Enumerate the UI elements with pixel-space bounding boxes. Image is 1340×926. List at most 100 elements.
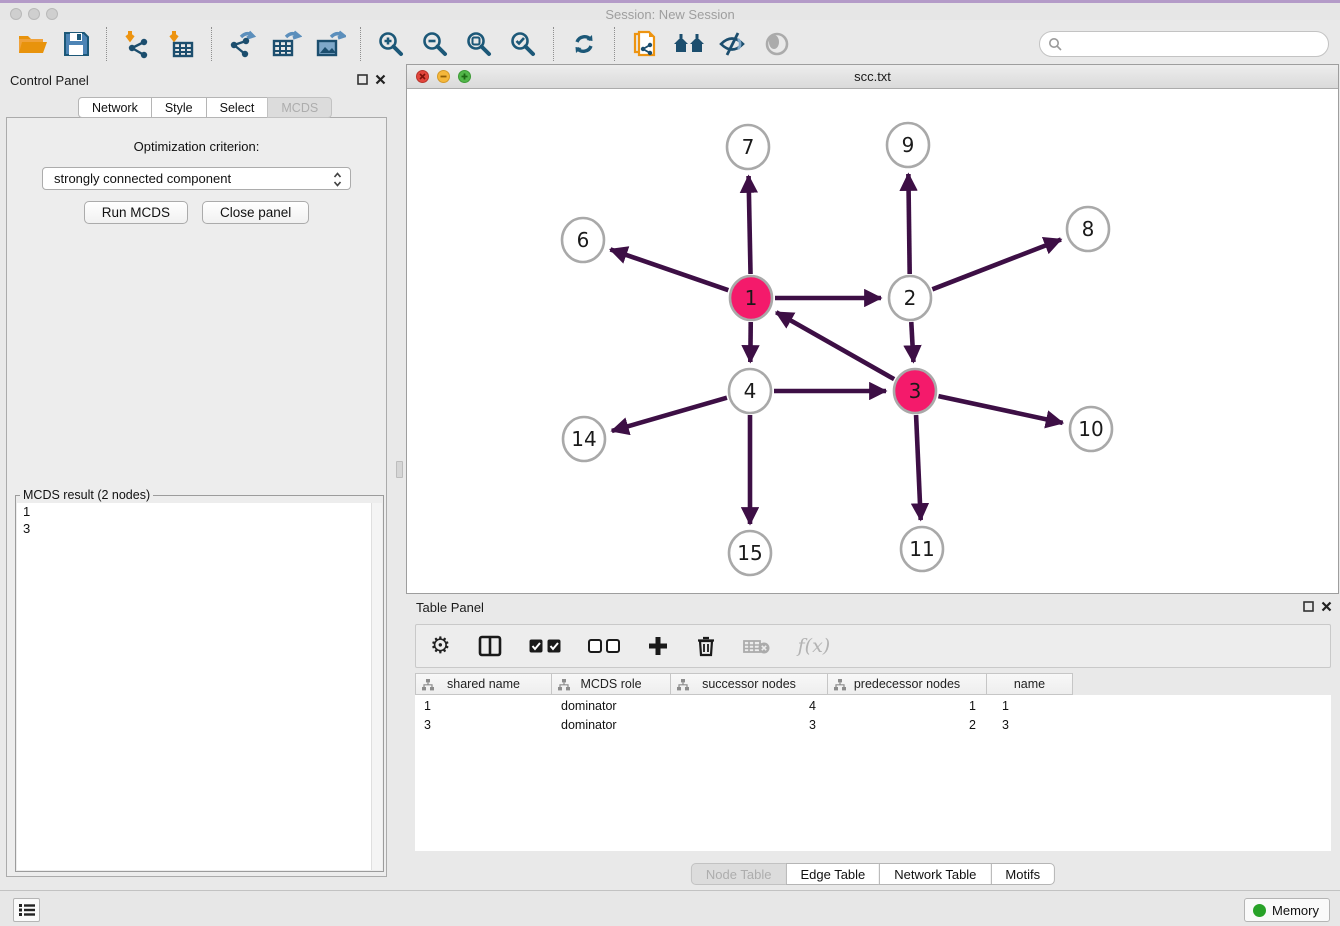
graph-node-label: 11 <box>909 537 934 561</box>
mcds-result-list[interactable]: 1 3 <box>17 503 382 870</box>
tab-motifs[interactable]: Motifs <box>990 863 1055 885</box>
export-network-button[interactable] <box>225 27 259 61</box>
graph-node-label: 6 <box>577 228 590 252</box>
cell-shared-name[interactable]: 3 <box>415 717 552 733</box>
tab-network-table[interactable]: Network Table <box>879 863 991 885</box>
zoom-out-icon <box>421 30 449 58</box>
network-canvas[interactable]: 7968124314101511 <box>407 90 1338 593</box>
graph-edge-1-7[interactable] <box>749 176 751 274</box>
graph-node-label: 2 <box>904 286 917 310</box>
search-icon <box>1048 37 1062 51</box>
open-session-button[interactable] <box>15 27 49 61</box>
import-table-button[interactable] <box>164 27 198 61</box>
delete-trash-icon[interactable] <box>696 635 716 657</box>
table-panel-title: Table Panel <box>416 600 484 615</box>
memory-button[interactable]: Memory <box>1244 898 1330 922</box>
cell-name[interactable]: 3 <box>990 717 1077 733</box>
deselect-all-columns-icon[interactable] <box>588 639 620 653</box>
control-panel-title: Control Panel <box>10 73 89 88</box>
graph-edge-1-6[interactable] <box>610 249 728 290</box>
refresh-button[interactable] <box>567 27 601 61</box>
zoom-fit-button[interactable] <box>462 27 496 61</box>
export-image-icon <box>314 29 346 59</box>
network-graph[interactable]: 7968124314101511 <box>407 90 1338 593</box>
column-header[interactable]: successor nodes <box>670 673 828 695</box>
cell-mcds-role[interactable]: dominator <box>552 698 672 714</box>
graph-edge-2-9[interactable] <box>908 174 909 274</box>
zoom-out-button[interactable] <box>418 27 452 61</box>
graph-node-label: 4 <box>744 379 757 403</box>
save-floppy-icon <box>62 30 90 58</box>
column-header[interactable]: predecessor nodes <box>827 673 987 695</box>
node-table[interactable]: 1 dominator 4 1 1 3 dominator 3 2 3 <box>415 695 1331 851</box>
network-window-titlebar[interactable]: scc.txt <box>407 65 1338 89</box>
table-row[interactable]: 3 dominator 3 2 3 <box>415 717 1331 733</box>
table-row[interactable]: 1 dominator 4 1 1 <box>415 698 1331 714</box>
toolbar-separator <box>360 27 361 61</box>
cell-name[interactable]: 1 <box>990 698 1077 714</box>
graph-edge-2-3[interactable] <box>911 322 913 362</box>
delete-table-icon[interactable] <box>743 637 771 655</box>
tab-style[interactable]: Style <box>151 97 207 118</box>
eye-disabled-icon <box>763 30 791 58</box>
task-history-button[interactable] <box>13 898 40 922</box>
home-button[interactable] <box>672 27 706 61</box>
open-folder-icon <box>17 31 47 57</box>
add-column-icon[interactable] <box>647 635 669 657</box>
cell-successor-nodes[interactable]: 3 <box>672 717 830 733</box>
toolbar-separator <box>553 27 554 61</box>
search-input[interactable] <box>1067 34 1328 54</box>
tab-node-table[interactable]: Node Table <box>691 863 787 885</box>
close-panel-icon[interactable] <box>375 74 386 85</box>
tab-select[interactable]: Select <box>206 97 269 118</box>
cell-predecessor-nodes[interactable]: 2 <box>830 717 990 733</box>
vertical-splitter-handle[interactable] <box>396 461 403 478</box>
graph-node-label: 10 <box>1078 417 1103 441</box>
zoom-in-button[interactable] <box>374 27 408 61</box>
cell-mcds-role[interactable]: dominator <box>552 717 672 733</box>
mcds-result-title: MCDS result (2 nodes) <box>20 488 153 502</box>
graph-edge-3-11[interactable] <box>916 415 921 520</box>
window-titlebar: Session: New Session <box>0 0 1340 20</box>
shared-column-icon <box>558 679 570 691</box>
close-panel-icon[interactable] <box>1321 601 1332 612</box>
tab-edge-table[interactable]: Edge Table <box>785 863 880 885</box>
graph-edge-3-1[interactable] <box>776 312 894 379</box>
select-all-columns-icon[interactable] <box>529 639 561 653</box>
split-panel-icon[interactable] <box>478 635 502 657</box>
mcds-result-group: MCDS result (2 nodes) 1 3 <box>15 495 384 872</box>
tab-mcds[interactable]: MCDS <box>267 97 332 118</box>
import-network-icon <box>122 29 152 59</box>
export-image-button[interactable] <box>313 27 347 61</box>
result-scrollbar[interactable] <box>371 503 382 870</box>
save-session-button[interactable] <box>59 27 93 61</box>
column-header-label: shared name <box>447 677 520 691</box>
search-box[interactable] <box>1039 31 1329 57</box>
memory-status-dot-icon <box>1253 904 1266 917</box>
column-header[interactable]: name <box>986 673 1073 695</box>
cell-predecessor-nodes[interactable]: 1 <box>830 698 990 714</box>
float-panel-icon[interactable] <box>357 74 368 85</box>
cell-shared-name[interactable]: 1 <box>415 698 552 714</box>
shared-column-icon <box>834 679 846 691</box>
show-button[interactable] <box>760 27 794 61</box>
float-panel-icon[interactable] <box>1303 601 1314 612</box>
hide-button[interactable] <box>716 27 750 61</box>
column-header[interactable]: MCDS role <box>551 673 671 695</box>
column-header[interactable]: shared name <box>415 673 552 695</box>
network-view-window: scc.txt 7968124314101511 <box>406 64 1339 594</box>
graph-edge-3-10[interactable] <box>938 396 1062 423</box>
cell-successor-nodes[interactable]: 4 <box>672 698 830 714</box>
import-network-button[interactable] <box>120 27 154 61</box>
close-panel-button[interactable]: Close panel <box>202 201 309 224</box>
graph-edge-4-14[interactable] <box>612 398 727 431</box>
zoom-selected-button[interactable] <box>506 27 540 61</box>
column-header-label: successor nodes <box>702 677 796 691</box>
graph-edge-2-8[interactable] <box>932 239 1061 289</box>
table-settings-gear-icon[interactable]: ⚙ <box>430 635 451 658</box>
clone-network-button[interactable] <box>628 27 662 61</box>
run-mcds-button[interactable]: Run MCDS <box>84 201 188 224</box>
criterion-select[interactable]: strongly connected component <box>42 167 351 190</box>
tab-network[interactable]: Network <box>78 97 152 118</box>
export-table-button[interactable] <box>269 27 303 61</box>
